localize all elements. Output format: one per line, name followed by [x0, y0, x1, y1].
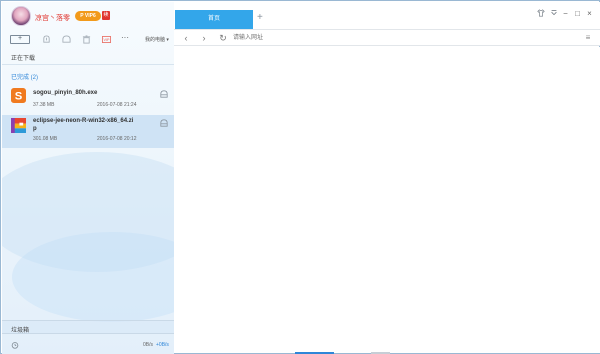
clock-icon[interactable] — [11, 341, 19, 349]
forward-icon[interactable]: › — [199, 33, 209, 43]
browser-page[interactable] — [174, 47, 600, 353]
file-name: eclipse-jee-neon-R-win32-x86_64.zi — [33, 118, 134, 124]
upload-speed: +0B/s — [156, 342, 169, 348]
svg-text:S: S — [15, 91, 23, 103]
minimize-icon[interactable]: − — [561, 9, 570, 18]
tab-home[interactable]: 首页 — [175, 10, 253, 29]
file-size: 37.38 MB — [33, 102, 55, 108]
new-task-button[interactable]: + — [10, 35, 30, 44]
downloading-section[interactable]: 正在下载 — [11, 53, 35, 62]
open-folder-icon[interactable] — [160, 90, 168, 98]
archive-icon — [11, 118, 26, 133]
my-computer-dropdown[interactable]: 我的电脑 ▾ — [145, 36, 169, 43]
file-name: sogou_pinyin_80h.exe — [33, 90, 98, 96]
maximize-icon[interactable]: □ — [573, 9, 582, 18]
renew-badge[interactable]: 续 — [102, 11, 110, 20]
delete-icon[interactable] — [82, 35, 91, 44]
list-item[interactable]: eclipse-jee-neon-R-win32-x86_64.zi p 301… — [2, 115, 174, 148]
divider — [2, 64, 174, 65]
file-size: 301.08 MB — [33, 136, 58, 142]
file-name-wrap: p — [33, 126, 37, 132]
sogou-icon: S — [11, 88, 26, 103]
open-folder-icon[interactable] — [160, 119, 168, 127]
trash-section[interactable]: 垃圾箱 — [2, 320, 174, 334]
list-item[interactable]: S sogou_pinyin_80h.exe 37.38 MB 2016-07-… — [2, 85, 174, 115]
file-date: 2016-07-08 21:24 — [97, 102, 137, 108]
download-toolbar: + VIP ··· 我的电脑 ▾ — [2, 32, 174, 46]
browser-tabbar: 首页 + − □ × — [174, 2, 600, 29]
download-panel: 凉宫丶落零 P VIP6 续 + VIP ··· 我的电脑 ▾ 正在下载 已完成… — [2, 2, 174, 354]
more-menu[interactable]: ··· — [121, 33, 129, 42]
menu-down-icon[interactable] — [549, 9, 558, 18]
vip-badge[interactable]: P VIP6 — [75, 11, 101, 21]
username[interactable]: 凉宫丶落零 — [35, 13, 70, 23]
app-window: 凉宫丶落零 P VIP6 续 + VIP ··· 我的电脑 ▾ 正在下载 已完成… — [0, 0, 600, 354]
avatar[interactable] — [11, 6, 31, 26]
user-bar: 凉宫丶落零 P VIP6 续 — [2, 2, 174, 32]
browser-navbar: ‹ › ↻ ≡ — [174, 29, 600, 46]
url-input[interactable] — [233, 33, 513, 43]
browser-menu-icon[interactable]: ≡ — [583, 33, 593, 43]
completed-section[interactable]: 已完成 (2) — [11, 72, 38, 81]
vip-speedup-icon[interactable]: VIP — [101, 35, 112, 44]
svg-text:VIP: VIP — [103, 38, 110, 42]
file-date: 2016-07-08 20:12 — [97, 136, 137, 142]
new-tab-button[interactable]: + — [257, 12, 263, 23]
pause-icon[interactable] — [62, 35, 71, 44]
shirt-icon[interactable] — [536, 9, 545, 18]
back-icon[interactable]: ‹ — [181, 33, 191, 43]
trash-label: 垃圾箱 — [11, 328, 30, 334]
status-bar: 0B/s +0B/s — [2, 335, 174, 354]
start-icon[interactable] — [42, 35, 51, 44]
download-speed: 0B/s — [143, 342, 154, 348]
refresh-icon[interactable]: ↻ — [218, 33, 228, 43]
close-icon[interactable]: × — [585, 9, 594, 18]
